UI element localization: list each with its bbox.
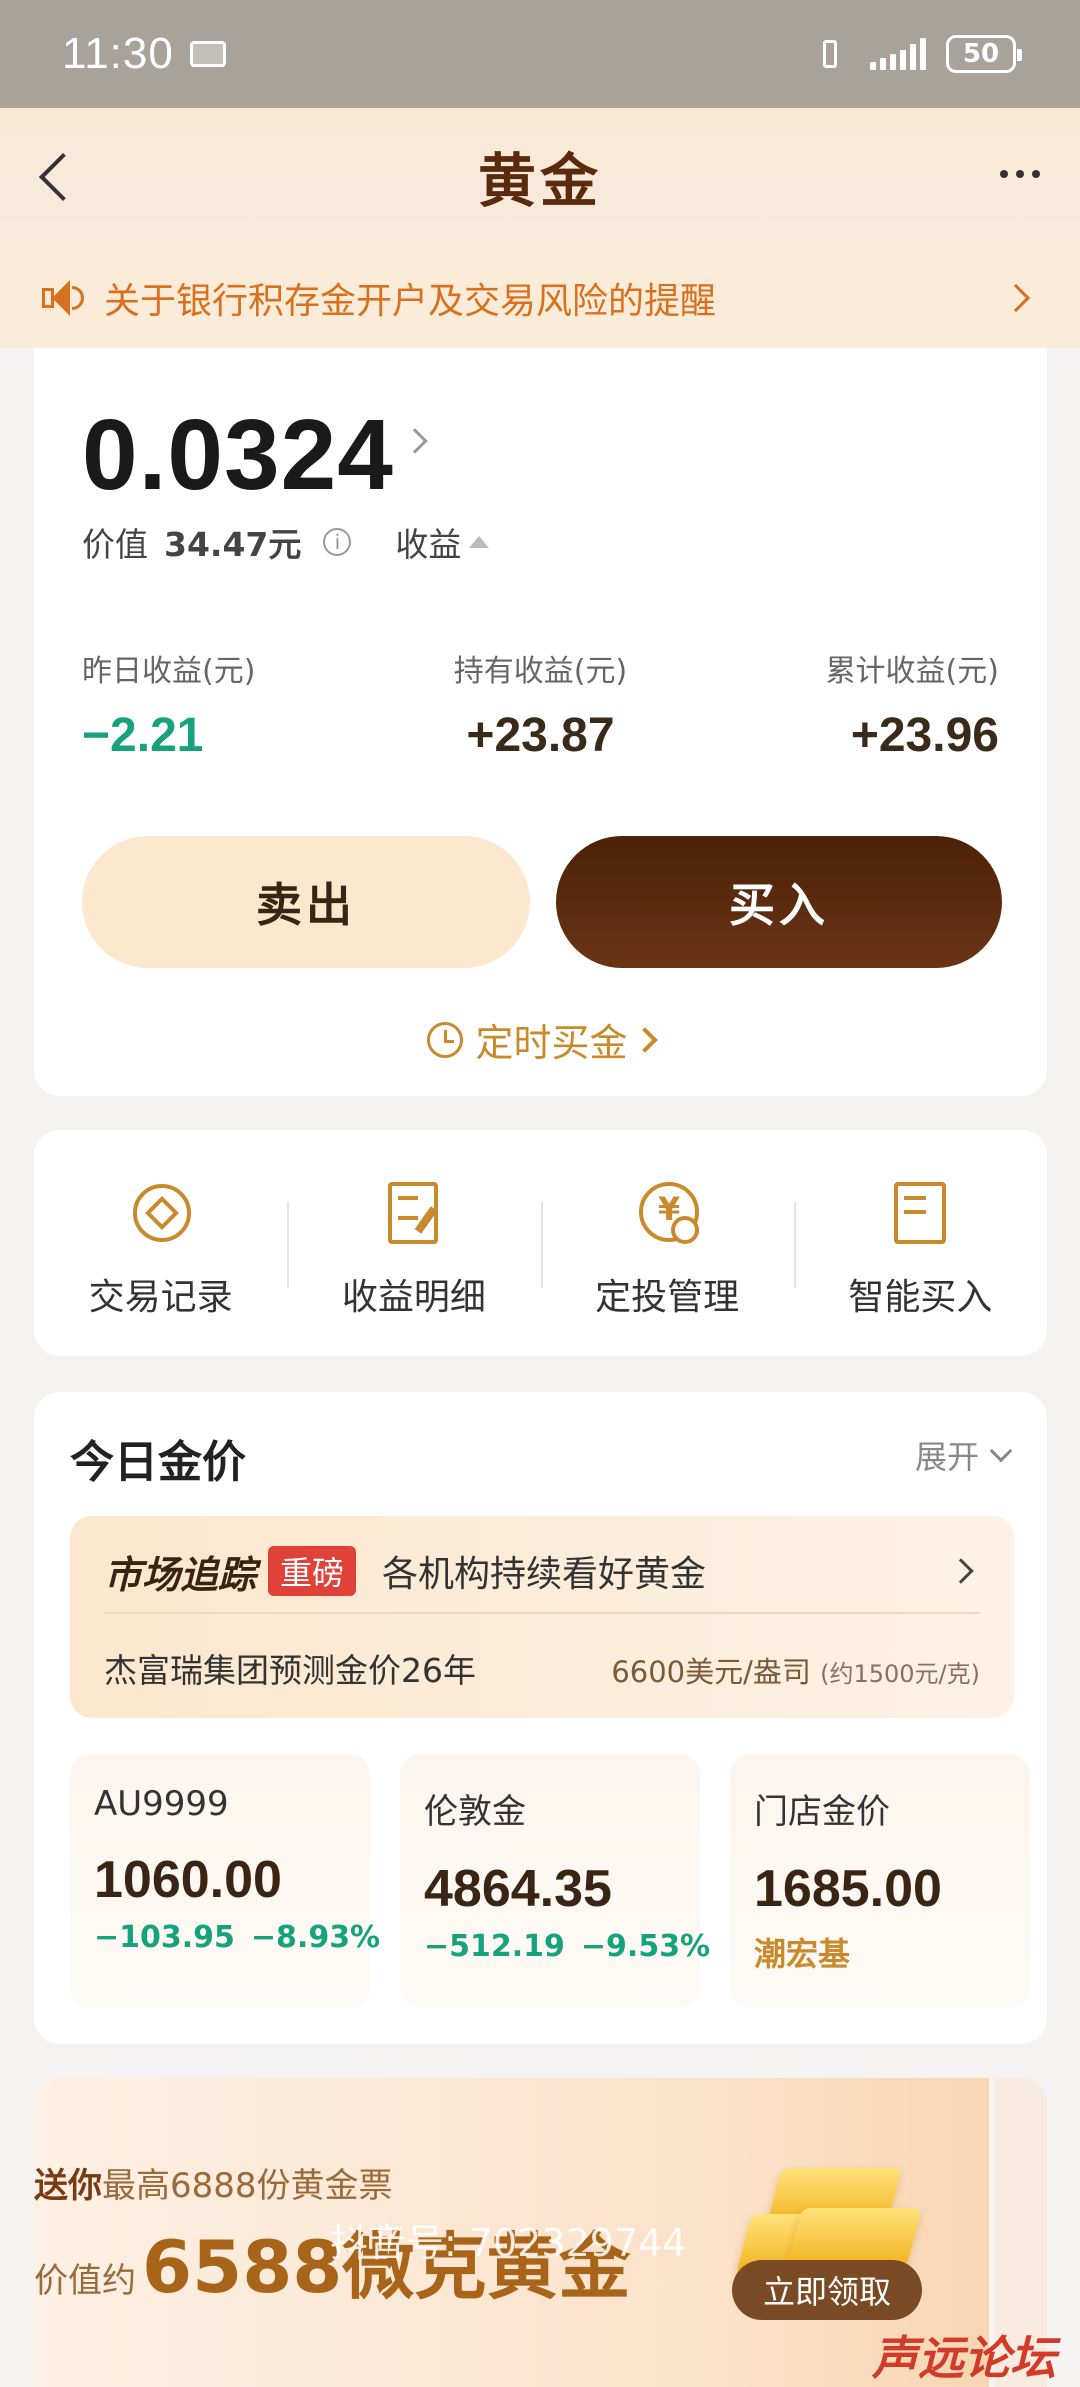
promo-line1: 送你最高6888份黄金票 [34, 2166, 393, 2206]
chevron-right-icon[interactable] [402, 428, 428, 454]
battery-icon: 50 [946, 35, 1022, 73]
holding-amount[interactable]: 0.0324 [82, 398, 394, 513]
market-logo: 市场追踪 [104, 1552, 257, 1597]
tile-name: AU9999 [94, 1784, 229, 1824]
action-label: 智能买入 [848, 1277, 993, 1318]
info-icon[interactable]: i [323, 528, 352, 556]
clock-icon [427, 1021, 464, 1058]
header: 黄金 关于银行积存金开户及交易风险的提醒 [0, 108, 1080, 348]
section-title: 今日金价 [70, 1437, 246, 1488]
gold-price-card: 今日金价 展开 市场追踪 重磅 各机构持续看好黄金 杰富瑞集团预测金价26年 6… [34, 1392, 1047, 2044]
income-detail-icon [382, 1180, 446, 1244]
status-time: 11:30 [62, 29, 174, 78]
auto-invest-icon [635, 1180, 700, 1244]
signal-icon [870, 38, 926, 70]
income-toggle[interactable]: 收益 [395, 518, 461, 566]
chevron-right-icon [1001, 283, 1031, 313]
price-tile-london-gold[interactable]: 伦敦金 4864.35 −512.19 −9.53% [400, 1754, 711, 2008]
stat-cumulative: 累计收益(元) +23.96 [826, 646, 999, 763]
timed-buy-label: 定时买金 [475, 1021, 628, 1065]
action-transaction-record[interactable]: 交易记录 [34, 1130, 287, 1356]
more-icon[interactable] [1000, 170, 1040, 178]
tile-brand: 潮宏基 [754, 1935, 851, 1973]
sell-button[interactable]: 卖出 [82, 836, 530, 968]
expand-label: 展开 [914, 1438, 979, 1476]
holding-value: 34.47元 [164, 525, 302, 564]
action-income-detail[interactable]: 收益明细 [287, 1130, 540, 1356]
status-bar: 11:30 50 [0, 0, 1080, 108]
stat-label: 持有收益(元) [453, 654, 628, 689]
action-smart-buy[interactable]: 智能买入 [793, 1130, 1047, 1356]
nav-bar: 黄金 [0, 108, 1080, 238]
stat-value: +23.87 [466, 709, 615, 762]
mail-icon [189, 41, 226, 67]
price-tiles: AU9999 1060.00 −103.95 −8.93% 伦敦金 4864.35… [70, 1754, 1030, 2008]
stat-label: 昨日收益(元) [82, 654, 256, 689]
holding-card: 0.0324 价值 34.47元 i 收益 昨日收益(元) −2.21 持有收益… [34, 348, 1047, 1096]
market-headline-row: 市场追踪 重磅 各机构持续看好黄金 [104, 1544, 980, 1614]
action-label: 定投管理 [595, 1277, 740, 1318]
forum-logo: 声远论坛 [872, 2331, 1056, 2385]
headline-tag: 重磅 [268, 1546, 357, 1596]
chevron-down-icon [989, 1439, 1013, 1463]
chevron-right-icon [631, 1026, 658, 1053]
stat-value: −2.21 [82, 709, 204, 762]
tile-change: −512.19 −9.53% [424, 1929, 711, 1964]
expand-button[interactable]: 展开 [914, 1432, 1013, 1478]
stat-label: 累计收益(元) [825, 654, 999, 689]
stat-yesterday: 昨日收益(元) −2.21 [82, 646, 255, 763]
tile-name: 门店金价 [754, 1792, 890, 1832]
chevron-right-icon [948, 1558, 974, 1584]
income-stats: 昨日收益(元) −2.21 持有收益(元) +23.87 累计收益(元) +23… [82, 646, 999, 763]
tile-price: 1685.00 [754, 1860, 942, 1918]
action-label: 收益明细 [341, 1277, 486, 1318]
notice-text: 关于银行积存金开户及交易风险的提醒 [104, 281, 717, 322]
price-tile-au9999[interactable]: AU9999 1060.00 −103.95 −8.93% [70, 1754, 381, 2008]
forecast-text: 杰富瑞集团预测金价26年 [104, 1651, 476, 1690]
transaction-record-icon [129, 1180, 193, 1244]
market-forecast-row: 杰富瑞集团预测金价26年 6600美元/盎司 (约1500元/克) [104, 1644, 980, 1692]
stat-value: +23.96 [850, 709, 999, 762]
forecast-price: 6600美元/盎司 (约1500元/克) [611, 1655, 980, 1689]
page-title: 黄金 [477, 147, 602, 215]
tile-name: 伦敦金 [424, 1792, 526, 1832]
vibrate-icon [810, 38, 850, 70]
action-label: 交易记录 [88, 1277, 233, 1318]
tile-price: 4864.35 [424, 1860, 612, 1918]
tile-change: −103.95 −8.93% [94, 1920, 381, 1955]
stat-holding: 持有收益(元) +23.87 [454, 646, 627, 763]
market-headline: 各机构持续看好黄金 [382, 1554, 707, 1595]
smart-buy-icon [888, 1180, 952, 1244]
speaker-icon [40, 278, 86, 318]
price-tile-store-gold[interactable]: 门店金价 1685.00 潮宏基 [730, 1754, 1030, 2008]
caret-up-icon[interactable] [469, 536, 490, 548]
action-auto-invest[interactable]: 定投管理 [540, 1130, 794, 1356]
value-label: 价值 [82, 525, 148, 564]
timed-buy-link[interactable]: 定时买金 [34, 1012, 1047, 1067]
quick-actions: 交易记录 收益明细 定投管理 智能买入 [34, 1130, 1047, 1356]
value-row: 价值 34.47元 i 收益 [82, 518, 490, 566]
watermark: 抖音号: 702329744 [330, 2221, 687, 2265]
risk-notice-banner[interactable]: 关于银行积存金开户及交易风险的提醒 [0, 248, 1080, 348]
market-tracking-banner[interactable]: 市场追踪 重磅 各机构持续看好黄金 杰富瑞集团预测金价26年 6600美元/盎司… [70, 1516, 1014, 1718]
tile-price: 1060.00 [94, 1851, 282, 1909]
buy-button[interactable]: 买入 [556, 836, 1002, 968]
claim-button[interactable]: 立即领取 [732, 2260, 922, 2320]
